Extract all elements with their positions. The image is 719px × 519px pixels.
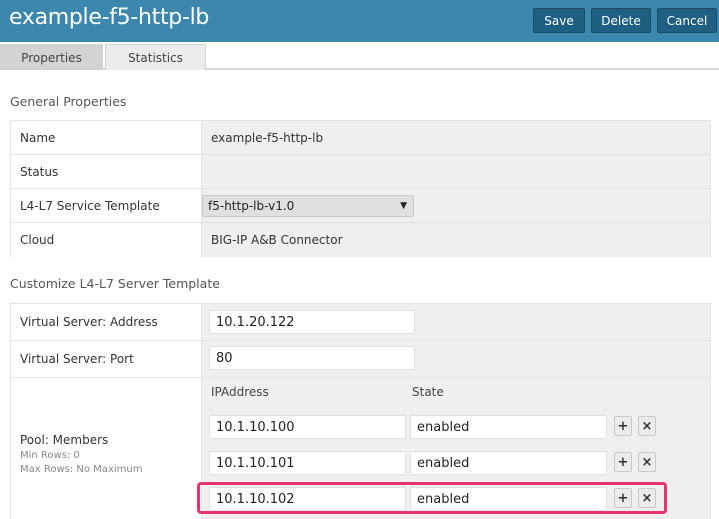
- row-name: Name example-f5-http-lb: [11, 121, 710, 155]
- min-rows-note: Min Rows: 0: [20, 450, 80, 461]
- member-ip-input[interactable]: 10.1.10.101: [209, 451, 406, 475]
- chevron-down-icon: ▼: [400, 201, 407, 211]
- add-member-button[interactable]: +: [614, 416, 632, 436]
- general-properties-table: Name example-f5-http-lb Status L4-L7 Ser…: [10, 120, 711, 257]
- row-status: Status: [11, 155, 710, 189]
- service-template-label: L4-L7 Service Template: [11, 189, 202, 222]
- service-template-selected: f5-http-lb-v1.0: [208, 199, 295, 213]
- page-title: example-f5-http-lb: [9, 5, 210, 30]
- cloud-label: Cloud: [11, 223, 202, 257]
- add-member-button[interactable]: +: [614, 452, 632, 472]
- cancel-button[interactable]: Cancel: [657, 8, 717, 33]
- name-value: example-f5-http-lb: [202, 121, 710, 154]
- member-state-input[interactable]: enabled: [410, 487, 607, 511]
- add-member-button[interactable]: +: [614, 488, 632, 508]
- vs-port-label: Virtual Server: Port: [11, 341, 202, 377]
- member-ip-input[interactable]: 10.1.10.102: [209, 487, 406, 511]
- delete-button[interactable]: Delete: [591, 8, 651, 33]
- vs-port-input[interactable]: 80: [209, 346, 415, 370]
- save-button[interactable]: Save: [533, 8, 585, 33]
- cloud-value: BIG-IP A&B Connector: [202, 223, 710, 257]
- customize-template-heading: Customize L4-L7 Server Template: [10, 276, 220, 291]
- vs-address-label: Virtual Server: Address: [11, 304, 202, 340]
- tab-strip: Properties Statistics: [0, 42, 719, 70]
- remove-member-button[interactable]: ×: [638, 488, 656, 508]
- general-properties-heading: General Properties: [10, 94, 127, 109]
- service-template-select[interactable]: f5-http-lb-v1.0 ▼: [202, 195, 414, 217]
- member-state-input[interactable]: enabled: [410, 415, 607, 439]
- pool-members-label: Pool: Members: [20, 433, 109, 447]
- tab-properties[interactable]: Properties: [0, 44, 103, 70]
- max-rows-note: Max Rows: No Maximum: [20, 464, 143, 475]
- remove-member-button[interactable]: ×: [638, 452, 656, 472]
- status-label: Status: [11, 155, 202, 188]
- pool-members-label-cell: Pool: Members Min Rows: 0 Max Rows: No M…: [11, 378, 202, 519]
- remove-member-button[interactable]: ×: [638, 416, 656, 436]
- column-header-state: State: [412, 385, 444, 399]
- status-value: [202, 155, 710, 188]
- page-header: example-f5-http-lb Save Delete Cancel: [0, 0, 719, 42]
- column-header-ipaddress: IPAddress: [211, 385, 269, 399]
- tab-statistics[interactable]: Statistics: [105, 44, 206, 70]
- row-cloud: Cloud BIG-IP A&B Connector: [11, 223, 710, 257]
- name-label: Name: [11, 121, 202, 154]
- vs-address-input[interactable]: 10.1.20.122: [209, 310, 415, 334]
- member-ip-input[interactable]: 10.1.10.100: [209, 415, 406, 439]
- member-state-input[interactable]: enabled: [410, 451, 607, 475]
